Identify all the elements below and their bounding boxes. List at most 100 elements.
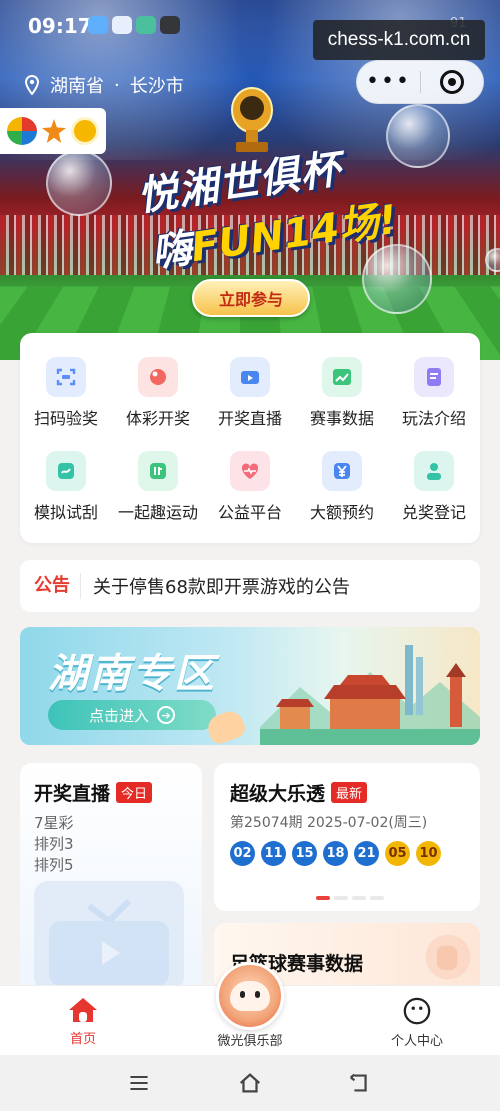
service-scan-verify[interactable]: 扫码验奖: [20, 357, 112, 429]
carousel-dot: [370, 896, 384, 900]
doc-icon: [414, 357, 454, 397]
tab-club-label: 微光俱乐部: [217, 1034, 283, 1049]
service-match-data[interactable]: 赛事数据: [296, 357, 388, 429]
tab-home[interactable]: 首页: [23, 996, 143, 1047]
service-live-draw[interactable]: 开奖直播: [204, 357, 296, 429]
shirt-bubble-icon: [362, 244, 432, 314]
miniprogram-capsule: •••: [356, 60, 484, 104]
lottery-ball-icon: [138, 357, 178, 397]
city-label: 长沙市: [129, 76, 184, 97]
back-ball: 05: [385, 841, 410, 866]
service-label: 玩法介绍: [401, 409, 466, 428]
carousel-indicator: [316, 896, 384, 900]
live-draw-card[interactable]: 开奖直播 今日 7星彩 排列3 排列5: [20, 763, 202, 993]
carousel-dot-active: [316, 896, 330, 900]
football-bubble-icon: [46, 150, 112, 216]
carousel-dot: [334, 896, 348, 900]
live-video-icon: [230, 357, 270, 397]
sponsor-logos: [0, 108, 106, 154]
game-pick-5: 排列5: [34, 856, 74, 874]
chat-notification-icon: [88, 16, 108, 34]
game-7-star: 7星彩: [34, 814, 74, 832]
tab-profile[interactable]: 个人中心: [357, 996, 477, 1049]
service-prize-register[interactable]: 兑奖登记: [388, 451, 480, 523]
home-nav-button[interactable]: [236, 1069, 264, 1097]
service-label: 模拟试刮: [33, 503, 98, 522]
service-lottery-draw[interactable]: 体彩开奖: [112, 357, 204, 429]
service-label: 赛事数据: [309, 409, 374, 428]
sports-lottery-logo-icon: [71, 117, 100, 145]
news-notification-icon: [160, 16, 180, 34]
site-watermark: chess-k1.com.cn: [313, 20, 485, 60]
arrow-right-icon: ➔: [157, 706, 175, 724]
tab-profile-label: 个人中心: [390, 1034, 443, 1049]
home-outline-icon: [239, 1073, 261, 1093]
scratch-icon: [46, 451, 86, 491]
jersey-bubble-icon: [386, 104, 450, 168]
tab-home-label: 首页: [69, 1032, 96, 1047]
back-arrow-icon: [350, 1073, 367, 1092]
recent-apps-button[interactable]: [125, 1069, 153, 1097]
location-selector[interactable]: 湖南省 · 长沙市: [24, 72, 184, 98]
scan-icon: [46, 357, 86, 397]
zone-title: 湖南专区: [48, 651, 216, 697]
register-icon: [414, 451, 454, 491]
close-miniprogram-button[interactable]: [421, 70, 483, 94]
service-label: 兑奖登记: [401, 503, 466, 522]
message-notification-icon: [136, 16, 156, 34]
status-time: 09:17: [28, 14, 92, 38]
more-menu-button[interactable]: •••: [357, 60, 420, 104]
front-ball: 21: [354, 841, 379, 866]
announcement-bar[interactable]: 公告 关于停售68款即开票游戏的公告: [20, 560, 480, 612]
star-logo-icon: [41, 119, 66, 143]
service-label: 扫码验奖: [33, 409, 98, 428]
join-now-button[interactable]: 立即参与: [192, 279, 310, 317]
yuan-icon: [322, 451, 362, 491]
chart-icon: [322, 357, 362, 397]
menu-lines-icon: [130, 1075, 148, 1091]
system-navigation-bar: [0, 1055, 500, 1111]
service-scratch-trial[interactable]: 模拟试刮: [20, 451, 112, 523]
service-charity-platform[interactable]: 公益平台: [204, 451, 296, 523]
location-pin-icon: [24, 75, 40, 95]
announcement-text[interactable]: 关于停售68款即开票游戏的公告: [81, 573, 350, 599]
lotto-card-title: 超级大乐透: [230, 783, 326, 805]
back-nav-button[interactable]: [346, 1069, 374, 1097]
service-label: 一起趣运动: [117, 503, 198, 522]
home-icon: [69, 998, 97, 1022]
football-glove-icon: [425, 934, 471, 980]
club-mascot-avatar[interactable]: [216, 962, 284, 1030]
landmark-illustration: [260, 645, 480, 745]
service-grid: 扫码验奖 体彩开奖 开奖直播 赛事数据 玩法介绍 模拟试刮 一起趣运动 公益平台…: [20, 333, 480, 543]
app-notification-icon: [112, 16, 132, 34]
mascot-face-icon: [230, 981, 270, 1011]
lotto-issue: 第25074期 2025-07-02(周三): [230, 815, 428, 831]
target-icon: [439, 70, 464, 94]
china-sports-logo-icon: [6, 117, 37, 145]
service-large-appointment[interactable]: 大额预约: [296, 451, 388, 523]
province-label: 湖南省: [50, 76, 104, 97]
heart-icon: [230, 451, 270, 491]
latest-badge: 最新: [331, 782, 368, 803]
zone-enter-label: 点击进入: [88, 706, 149, 725]
service-play-guide[interactable]: 玩法介绍: [388, 357, 480, 429]
service-label: 公益平台: [217, 503, 282, 522]
location-separator: ·: [114, 74, 120, 96]
super-lotto-card[interactable]: 超级大乐透 最新 第25074期 2025-07-02(周三) 02 11 15 …: [214, 763, 480, 911]
notification-icons: [88, 16, 180, 34]
sport-icon: [138, 451, 178, 491]
zone-enter-button[interactable]: 点击进入 ➔: [48, 700, 216, 730]
hunan-zone-banner[interactable]: 湖南专区 点击进入 ➔: [20, 627, 480, 745]
live-card-title: 开奖直播: [34, 783, 111, 805]
front-ball: 18: [323, 841, 348, 866]
announcement-tag: 公告: [20, 573, 81, 599]
smiley-profile-icon: [403, 997, 431, 1025]
front-ball: 15: [292, 841, 317, 866]
service-label: 体彩开奖: [125, 409, 190, 428]
back-ball: 10: [416, 841, 441, 866]
carousel-dot: [352, 896, 366, 900]
winning-numbers: 02 11 15 18 21 05 10: [230, 841, 441, 866]
game-pick-3: 排列3: [34, 835, 74, 853]
today-badge: 今日: [116, 782, 153, 803]
service-sports-together[interactable]: 一起趣运动: [112, 451, 204, 523]
